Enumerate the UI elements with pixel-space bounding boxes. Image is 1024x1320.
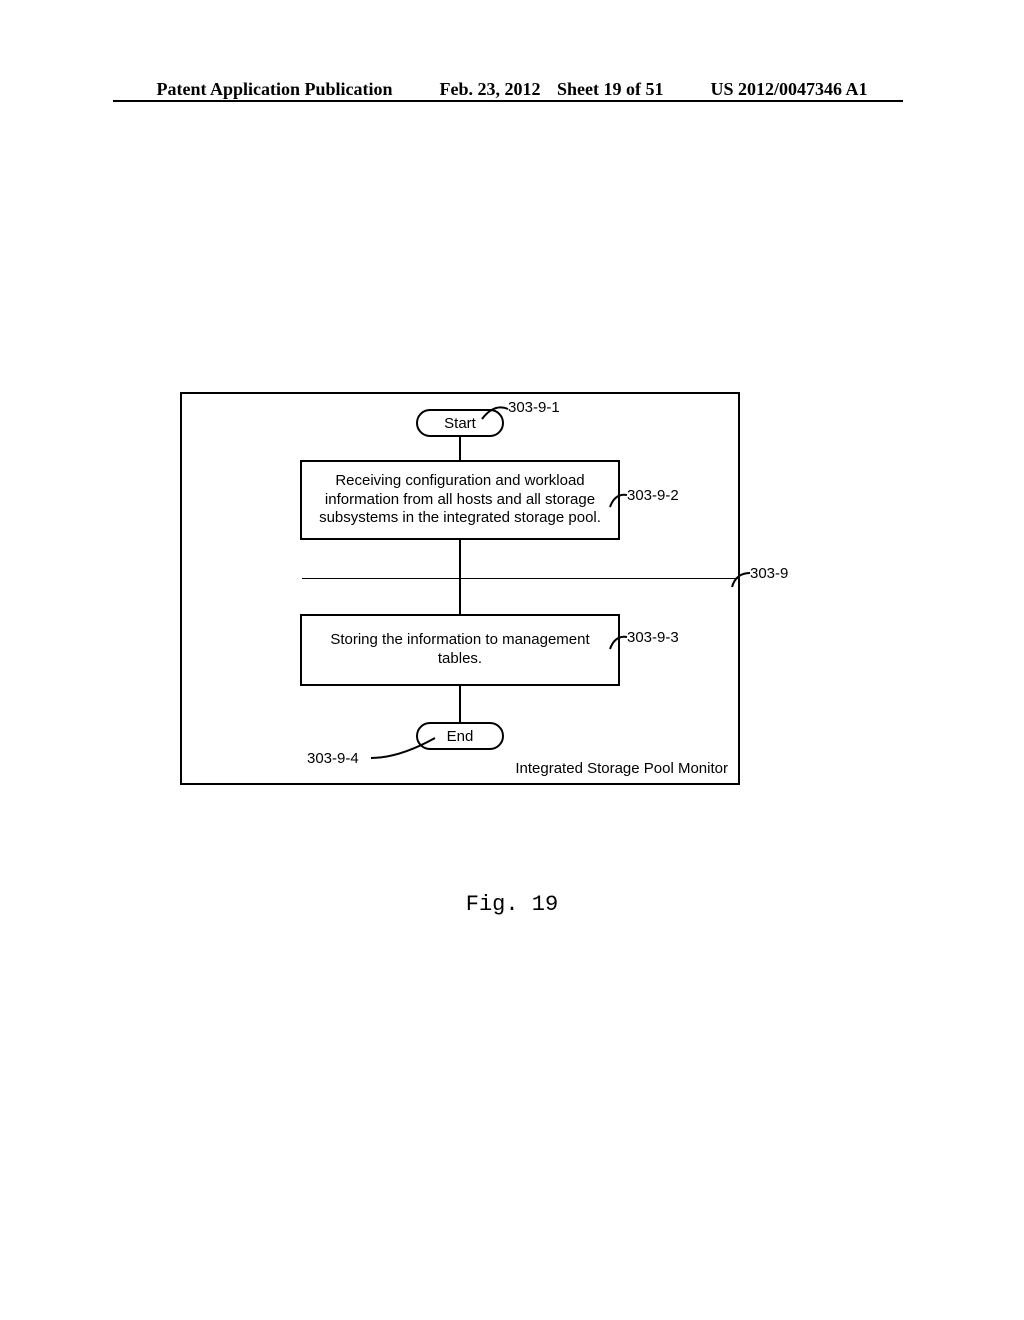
flow-terminal-start-label: Start bbox=[444, 415, 476, 432]
callout-step1: 303-9-2 bbox=[627, 487, 727, 504]
callout-step2-text: 303-9-3 bbox=[627, 629, 679, 646]
callout-step2: 303-9-3 bbox=[627, 629, 727, 646]
callout-start: 303-9-1 bbox=[508, 399, 618, 416]
callout-step1-text: 303-9-2 bbox=[627, 487, 679, 504]
flowchart-title: Integrated Storage Pool Monitor bbox=[515, 760, 728, 777]
header-pub-no: US 2012/0047346 A1 bbox=[705, 79, 874, 100]
callout-panel-text: 303-9 bbox=[750, 565, 788, 582]
flow-terminal-end-label: End bbox=[447, 728, 474, 745]
callout-end-text: 303-9-4 bbox=[307, 750, 359, 767]
callout-start-text: 303-9-1 bbox=[508, 399, 560, 416]
header-sheet: Sheet 19 of 51 bbox=[551, 79, 670, 100]
header-rule bbox=[113, 100, 903, 102]
flow-connector bbox=[459, 540, 461, 614]
flow-connector bbox=[459, 437, 461, 460]
flow-step-1-text: Receiving configuration and workload inf… bbox=[312, 472, 608, 528]
flow-connector bbox=[459, 686, 461, 722]
page: Patent Application Publication Feb. 23, … bbox=[0, 0, 1024, 1320]
flowchart-panel: Start End Receiving configuration and wo… bbox=[180, 392, 740, 785]
callout-end: 303-9-4 bbox=[307, 750, 407, 767]
header-date: Feb. 23, 2012 bbox=[434, 79, 547, 100]
callout-panel: 303-9 bbox=[750, 565, 830, 582]
page-header: Patent Application Publication Feb. 23, … bbox=[0, 79, 1024, 100]
flow-step-1: Receiving configuration and workload inf… bbox=[300, 460, 620, 540]
flow-panel-divider bbox=[302, 578, 738, 579]
flow-step-2-text: Storing the information to management ta… bbox=[312, 631, 608, 669]
flow-step-2: Storing the information to management ta… bbox=[300, 614, 620, 686]
header-pub-type: Patent Application Publication bbox=[150, 79, 398, 100]
figure-caption: Fig. 19 bbox=[0, 892, 1024, 917]
